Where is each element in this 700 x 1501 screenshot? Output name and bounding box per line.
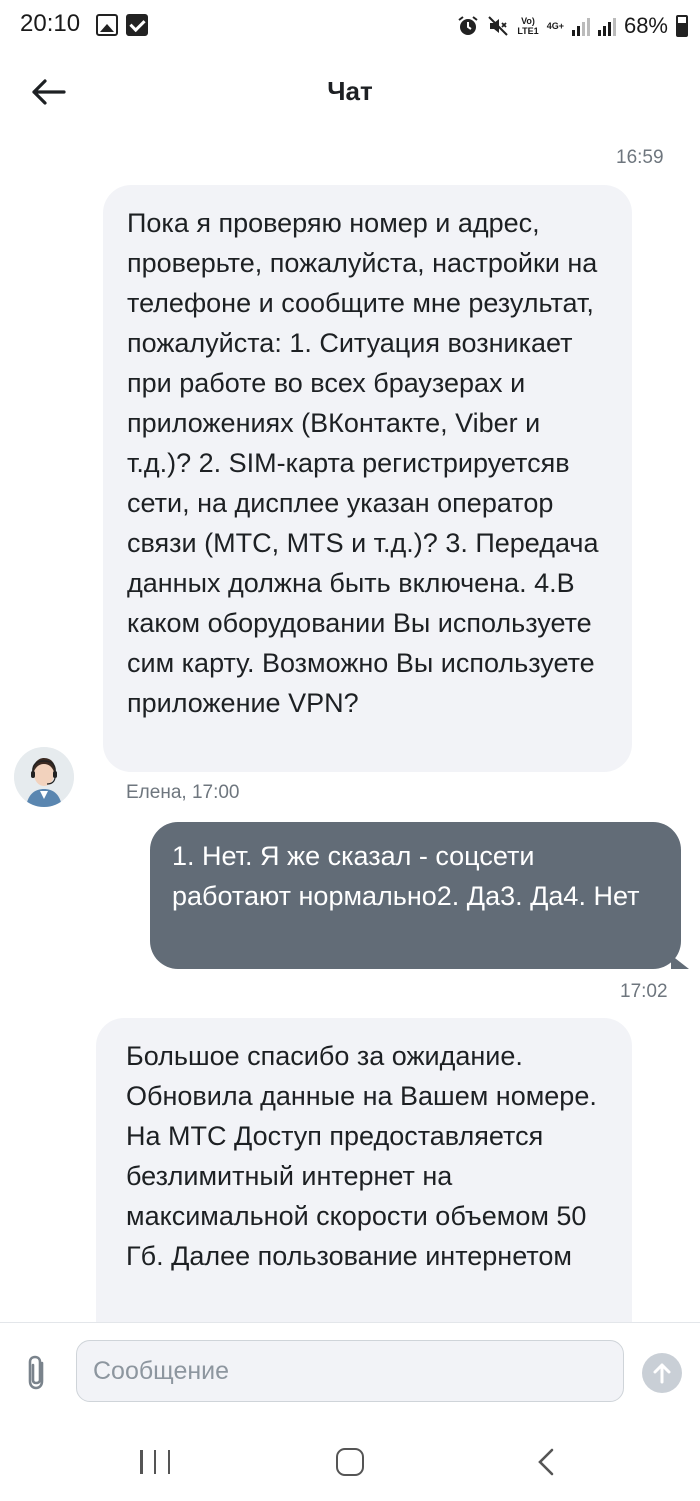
send-button[interactable]	[642, 1353, 682, 1393]
message-text: Пока я проверяю номер и адрес, проверьте…	[127, 208, 599, 718]
system-back-button[interactable]	[536, 1448, 556, 1476]
status-bar: 20:10 Vo) LTE1 4G+ 68%	[0, 0, 700, 54]
incoming-message-bubble[interactable]: Большое спасибо за ожидание. Обновила да…	[96, 1018, 632, 1358]
chevron-left-icon	[538, 1448, 554, 1476]
alarm-icon	[458, 16, 478, 35]
network-type: 4G+	[546, 21, 564, 31]
message-input[interactable]	[76, 1340, 624, 1402]
home-button[interactable]	[336, 1448, 364, 1476]
message-text: Большое спасибо за ожидание. Обновила да…	[126, 1041, 597, 1271]
mute-icon	[488, 16, 509, 36]
checkbox-notification-icon	[126, 14, 148, 36]
message-timestamp: 16:59	[616, 147, 664, 168]
attach-button[interactable]	[22, 1353, 52, 1393]
page-title: Чат	[327, 76, 373, 106]
message-composer	[0, 1322, 700, 1422]
volte-indicator: Vo) LTE1	[517, 16, 539, 36]
message-text: 1. Нет. Я же сказал - соцсети работают н…	[172, 841, 640, 911]
recent-apps-icon	[140, 1450, 143, 1474]
incoming-message-bubble[interactable]: Пока я проверяю номер и адрес, проверьте…	[103, 185, 632, 772]
recent-apps-button[interactable]	[140, 1450, 170, 1474]
system-nav-bar	[0, 1422, 700, 1501]
battery-icon	[676, 15, 688, 37]
gallery-notification-icon	[96, 14, 118, 36]
outgoing-message-bubble[interactable]: 1. Нет. Я же сказал - соцсети работают н…	[150, 822, 689, 969]
sender-name-time: Елена, 17:00	[126, 782, 240, 803]
chat-header: Чат	[0, 60, 700, 122]
paperclip-icon	[28, 1355, 44, 1390]
operator-avatar	[14, 747, 74, 807]
signal-icon	[597, 16, 616, 36]
arrow-up-icon	[653, 1363, 671, 1384]
signal-icon	[571, 16, 590, 36]
message-timestamp: 17:02	[620, 981, 668, 1002]
status-indicators: Vo) LTE1 4G+ 68%	[457, 10, 688, 42]
battery-percent: 68%	[623, 13, 668, 38]
status-time: 20:10	[20, 10, 81, 37]
